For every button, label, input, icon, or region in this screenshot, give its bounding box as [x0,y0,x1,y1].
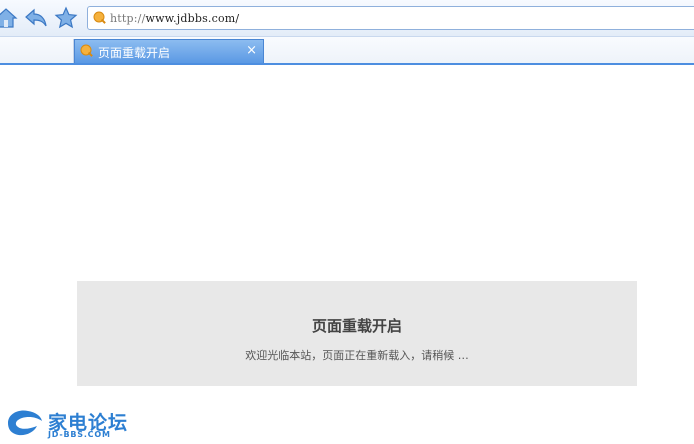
tab-strip-stub [0,39,74,63]
site-logo[interactable]: 家电论坛 JD-BBS.COM [4,406,134,442]
logo-mark-icon [8,410,42,436]
logo-domain: JD-BBS.COM [48,430,111,439]
favicon-icon [93,11,106,24]
tab-strip: 页面重载开启 × [0,37,694,65]
browser-toolbar: http://www.jdbbs.com/ [0,0,694,37]
home-icon[interactable] [0,6,18,30]
notice-message: 欢迎光临本站，页面正在重新载入，请稍候 … [245,349,469,362]
address-protocol: http:// [110,12,146,25]
address-text[interactable]: http://www.jdbbs.com/ [110,12,239,25]
address-host: www.jdbbs.com/ [145,12,240,25]
close-icon[interactable]: × [246,43,257,59]
notice-title: 页面重载开启 [311,317,402,335]
tab-title: 页面重载开启 [98,46,171,60]
address-bar[interactable]: http://www.jdbbs.com/ [87,6,694,30]
tab-active[interactable]: 页面重载开启 × [74,39,264,63]
reload-notice: 页面重载开启 欢迎光临本站，页面正在重新载入，请稍候 … [77,281,637,386]
back-icon[interactable] [24,6,48,30]
star-icon[interactable] [54,6,78,30]
favicon-icon [80,44,93,57]
